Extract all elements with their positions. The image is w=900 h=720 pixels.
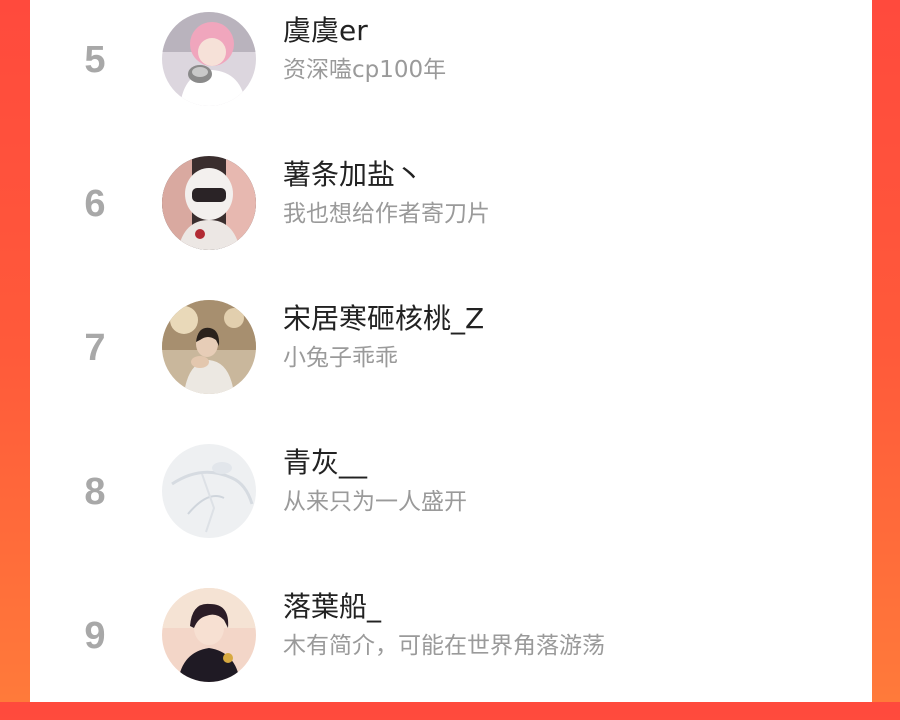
list-item[interactable]: 7 宋居寒砸核桃_Z 小兔子乖乖 <box>30 288 872 432</box>
user-bio: 小兔子乖乖 <box>283 345 398 371</box>
rank-number: 9 <box>84 615 106 657</box>
list-item[interactable]: 9 落葉船_ 木有简介，可能在世界角落游荡 <box>30 576 872 720</box>
avatar[interactable] <box>162 300 256 394</box>
rank-number: 7 <box>84 327 106 369</box>
avatar[interactable] <box>162 156 256 250</box>
list-item[interactable]: 5 虞虞er 资深嗑cp100年 <box>30 0 872 144</box>
avatar[interactable] <box>162 444 256 538</box>
avatar[interactable] <box>162 12 256 106</box>
rank-number: 6 <box>84 183 106 225</box>
user-bio: 我也想给作者寄刀片 <box>283 201 490 227</box>
user-name: 宋居寒砸核桃_Z <box>283 302 485 335</box>
user-bio: 资深嗑cp100年 <box>283 57 447 83</box>
list-item[interactable]: 6 薯条加盐丶 我也想给作者寄刀片 <box>30 144 872 288</box>
avatar[interactable] <box>162 588 256 682</box>
ranking-list: 5 虞虞er 资深嗑cp100年 6 薯条加盐丶 我也想给作者寄刀片 7 宋居寒… <box>30 0 872 702</box>
user-name: 虞虞er <box>283 14 368 47</box>
user-name: 薯条加盐丶 <box>283 158 424 191</box>
rank-number: 8 <box>84 471 106 513</box>
rank-number: 5 <box>84 39 106 81</box>
user-name: 落葉船_ <box>283 590 382 623</box>
user-name: 青灰__ <box>283 446 368 479</box>
user-bio: 从来只为一人盛开 <box>283 489 467 515</box>
list-item[interactable]: 8 青灰__ 从来只为一人盛开 <box>30 432 872 576</box>
user-bio: 木有简介，可能在世界角落游荡 <box>283 633 605 659</box>
